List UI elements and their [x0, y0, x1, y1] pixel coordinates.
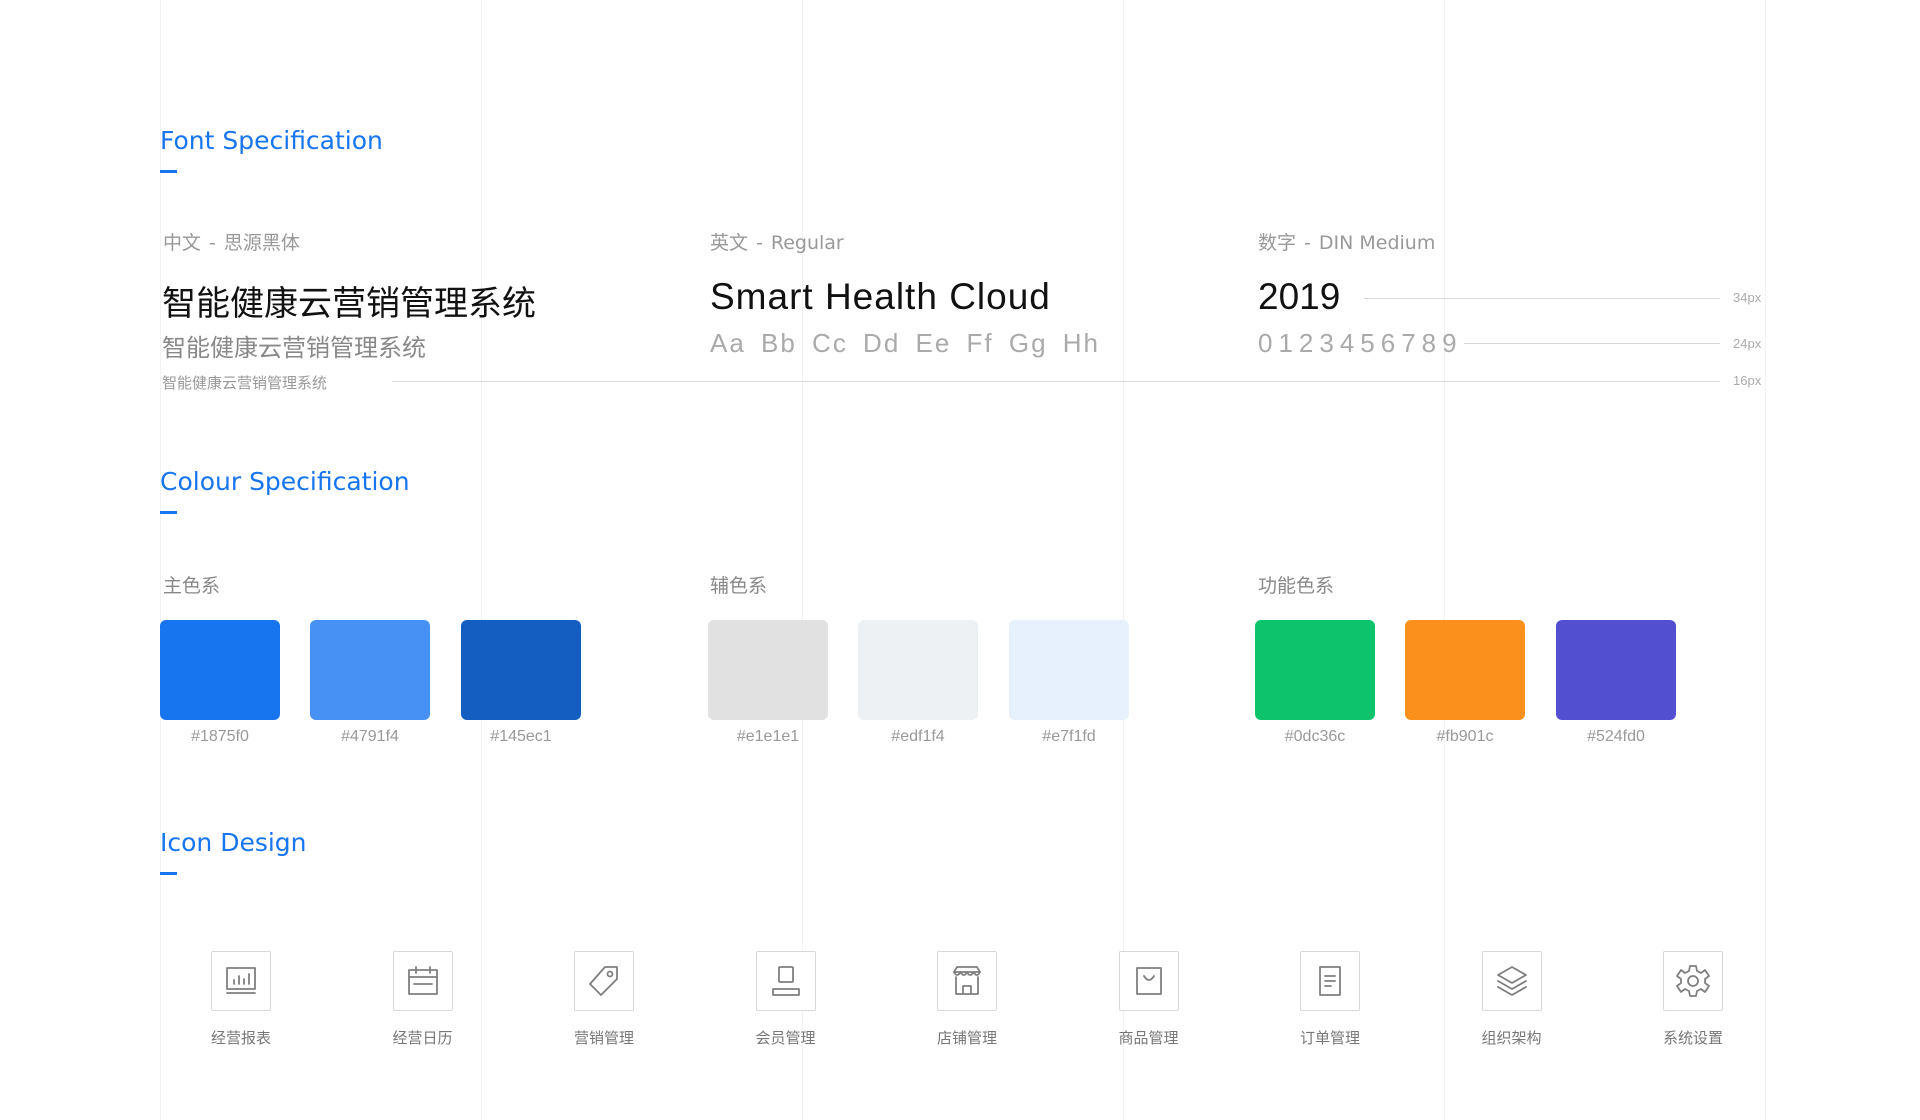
- colour-hex-label: #fb901c: [1436, 728, 1494, 745]
- english-alphabet: Aa Bb Cc Dd Ee Ff Gg Hh: [710, 328, 1101, 358]
- member-icon: [755, 951, 816, 1011]
- colour-hex-label: #edf1f4: [891, 728, 945, 745]
- grid-column-line: [1765, 0, 1766, 1120]
- font-label-english: 英文 - Regular: [710, 228, 844, 255]
- font-label-fontname: 思源黑体: [223, 232, 300, 254]
- order-document-icon: [1300, 951, 1360, 1011]
- colour-swatch: [310, 620, 430, 720]
- english-sample: Smart Health Cloud: [710, 276, 1051, 317]
- size-label-34: 34px: [1733, 290, 1762, 305]
- font-label-separator: -: [209, 232, 216, 254]
- icon-label: 会员管理: [755, 1029, 816, 1047]
- colour-swatch: [858, 620, 978, 720]
- colour-group-label-primary: 主色系: [163, 575, 221, 597]
- font-label-fontname: DIN Medium: [1318, 232, 1436, 254]
- section-underline-mark: [160, 872, 177, 875]
- chinese-sample-24: 智能健康云营销管理系统: [162, 334, 426, 362]
- colour-swatch: [1405, 620, 1525, 720]
- settings-gear-icon: [1663, 951, 1723, 1011]
- icon-label: 店铺管理: [936, 1029, 997, 1047]
- size-guide-line-24: [1464, 343, 1720, 344]
- colour-swatch: [461, 620, 581, 720]
- font-label-fontname: Regular: [770, 232, 844, 254]
- colour-group-label-functional: 功能色系: [1258, 575, 1335, 597]
- colour-hex-label: #0dc36c: [1284, 728, 1346, 745]
- grid-column-line: [481, 0, 482, 1120]
- shopping-bag-icon: [1118, 951, 1179, 1011]
- size-label-16: 16px: [1733, 373, 1762, 388]
- size-guide-line-16: [392, 381, 1720, 382]
- icon-label: 系统设置: [1662, 1029, 1723, 1047]
- font-label-lang: 数字: [1258, 232, 1297, 254]
- chinese-sample-34: 智能健康云营销管理系统: [162, 284, 536, 324]
- tag-icon: [574, 951, 634, 1011]
- chinese-sample-16: 智能健康云营销管理系统: [162, 374, 328, 392]
- icon-label: 经营日历: [392, 1029, 453, 1047]
- store-icon: [937, 951, 997, 1011]
- number-sample: 2019: [1258, 276, 1341, 317]
- colour-swatch: [1556, 620, 1676, 720]
- font-label-separator: -: [756, 232, 763, 254]
- colour-hex-label: #4791f4: [341, 728, 399, 745]
- colour-group-label-secondary: 辅色系: [710, 575, 768, 597]
- colour-hex-label: #e7f1fd: [1042, 728, 1096, 745]
- section-underline-mark: [160, 511, 177, 514]
- calendar-icon: [392, 951, 453, 1011]
- grid-column-line: [1444, 0, 1445, 1120]
- colour-spec-title: Colour Specification: [160, 467, 410, 496]
- font-spec-title: Font Specification: [160, 126, 383, 155]
- icon-design-title: Icon Design: [160, 828, 307, 857]
- section-underline-mark: [160, 170, 177, 173]
- report-chart-icon: [211, 951, 271, 1011]
- colour-swatch: [160, 620, 280, 720]
- grid-column-line: [160, 0, 161, 1120]
- size-guide-line-34: [1364, 298, 1720, 299]
- font-label-lang: 英文: [710, 232, 749, 254]
- colour-hex-label: #145ec1: [490, 728, 552, 745]
- colour-hex-label: #1875f0: [191, 728, 249, 745]
- size-label-24: 24px: [1733, 336, 1762, 351]
- layers-icon: [1481, 951, 1542, 1011]
- icon-label: 经营报表: [210, 1029, 271, 1047]
- font-label-chinese: 中文 - 思源黑体: [163, 228, 300, 255]
- icon-label: 营销管理: [573, 1029, 634, 1047]
- number-digits: 0123456789: [1258, 328, 1463, 358]
- icon-label: 商品管理: [1118, 1029, 1179, 1047]
- colour-swatch: [1255, 620, 1375, 720]
- font-label-numbers: 数字 - DIN Medium: [1258, 228, 1435, 255]
- icon-label: 订单管理: [1299, 1029, 1360, 1047]
- colour-hex-label: #524fd0: [1587, 728, 1645, 745]
- colour-swatch: [1009, 620, 1129, 720]
- icon-label: 组织架构: [1481, 1029, 1542, 1047]
- colour-swatch: [708, 620, 828, 720]
- colour-hex-label: #e1e1e1: [736, 728, 800, 745]
- font-label-lang: 中文: [163, 232, 202, 254]
- font-label-separator: -: [1304, 232, 1311, 254]
